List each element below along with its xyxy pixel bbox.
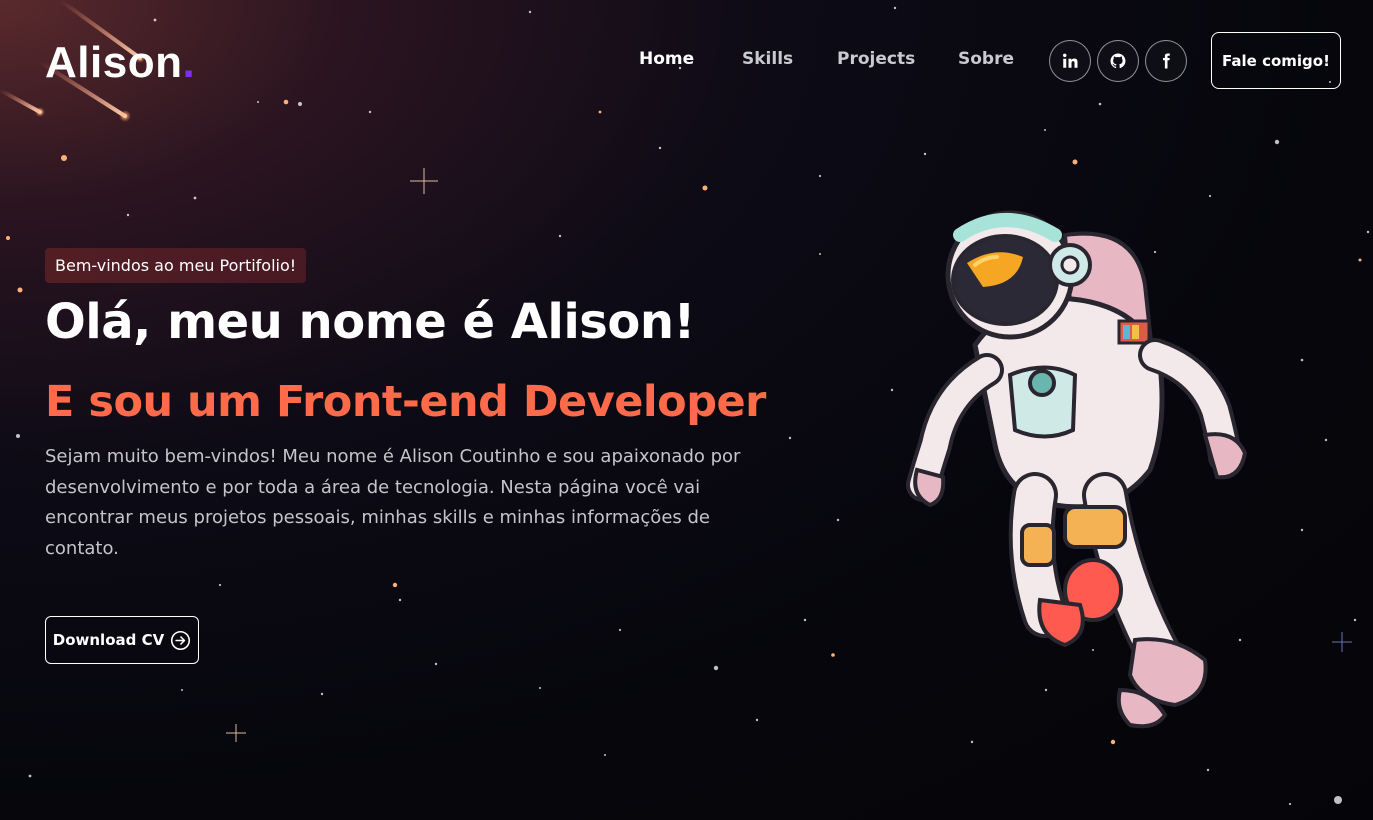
linkedin-icon — [1063, 53, 1078, 68]
astronaut-illustration — [906, 210, 1248, 729]
arrow-right-circle-icon — [171, 630, 191, 650]
hero-title: Olá, meu nome é Alison! — [45, 294, 695, 350]
download-cv-label: Download CV — [52, 631, 165, 649]
nav-projects[interactable]: Projects — [837, 49, 915, 69]
welcome-badge: Bem-vindos ao meu Portifolio! — [45, 248, 307, 283]
site-logo[interactable]: Alison. — [45, 38, 195, 88]
hero-description: Sejam muito bem-vindos! Meu nome é Aliso… — [45, 446, 741, 559]
nav-home[interactable]: Home — [639, 49, 694, 69]
hero-subtitle: E sou um Front-end Developer — [45, 377, 766, 427]
contact-cta-button[interactable]: Fale comigo! — [1211, 32, 1341, 89]
github-button[interactable] — [1097, 40, 1139, 82]
logo-text: Alison — [45, 38, 183, 87]
download-cv-button[interactable]: Download CV — [45, 616, 199, 664]
facebook-icon — [1163, 53, 1170, 69]
github-icon — [1110, 53, 1126, 69]
facebook-button[interactable] — [1145, 40, 1187, 82]
nav-sobre[interactable]: Sobre — [958, 49, 1014, 69]
linkedin-button[interactable] — [1049, 40, 1091, 82]
logo-dot: . — [182, 38, 196, 87]
nav-skills[interactable]: Skills — [742, 49, 793, 69]
